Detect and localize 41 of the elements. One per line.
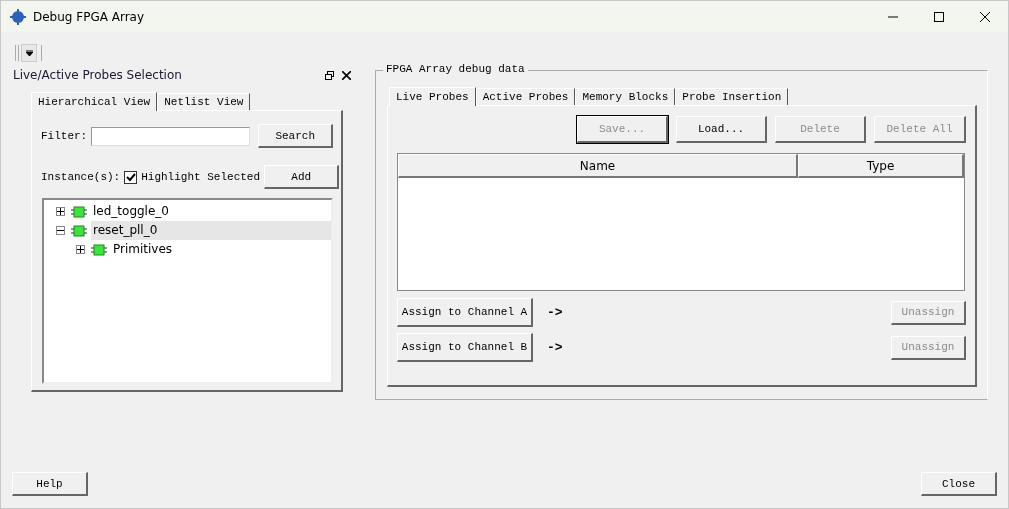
arrow-label: -> xyxy=(547,305,564,320)
toolbar-button[interactable]: Load... xyxy=(676,116,767,143)
add-button[interactable]: Add xyxy=(264,165,340,189)
column-header[interactable]: Type xyxy=(798,154,964,178)
chip-icon xyxy=(71,224,87,237)
tree-item[interactable]: led_toggle_0 xyxy=(91,202,331,221)
float-icon[interactable] xyxy=(325,70,334,80)
caret-icon xyxy=(25,50,33,56)
app-icon xyxy=(10,8,26,25)
close-icon[interactable] xyxy=(980,11,990,22)
tab[interactable]: Memory Blocks xyxy=(575,88,676,105)
chip-icon xyxy=(71,205,87,218)
search-button[interactable]: Search xyxy=(258,124,334,148)
window-title: Debug FPGA Array xyxy=(33,9,146,24)
instances-label: Instance(s): xyxy=(41,171,121,183)
tab[interactable]: Netlist View xyxy=(157,93,251,110)
column-header[interactable]: Name xyxy=(398,154,798,178)
panel-title: Live/Active Probes Selection xyxy=(13,68,183,82)
tab[interactable]: Probe Insertion xyxy=(675,88,789,105)
arrow-label: -> xyxy=(547,340,564,355)
toolbar-menu-button[interactable] xyxy=(21,44,37,62)
close-icon[interactable] xyxy=(342,70,351,80)
tab[interactable]: Live Probes xyxy=(389,87,476,106)
assign-button[interactable]: Assign to Channel A xyxy=(397,298,533,327)
help-button[interactable]: Help xyxy=(12,472,88,496)
assign-button[interactable]: Assign to Channel B xyxy=(397,333,533,362)
group-title: FPGA Array debug data xyxy=(383,63,528,75)
highlight-checkbox[interactable] xyxy=(124,170,138,184)
filter-field[interactable] xyxy=(91,126,251,146)
filter-label: Filter: xyxy=(41,130,88,142)
tree-item[interactable]: reset_pll_0 xyxy=(91,221,331,240)
expand-icon[interactable] xyxy=(77,246,84,253)
expand-icon[interactable] xyxy=(57,208,64,215)
chip-icon xyxy=(91,243,107,256)
close-dialog-button[interactable]: Close xyxy=(921,472,997,496)
highlight-label: Highlight Selected xyxy=(141,171,262,183)
maximize-icon[interactable] xyxy=(934,11,944,22)
tab[interactable]: Active Probes xyxy=(475,88,576,105)
tree-item[interactable]: Primitives xyxy=(111,240,331,259)
collapse-icon[interactable] xyxy=(57,227,64,234)
tab[interactable]: Hierarchical View xyxy=(31,92,158,111)
